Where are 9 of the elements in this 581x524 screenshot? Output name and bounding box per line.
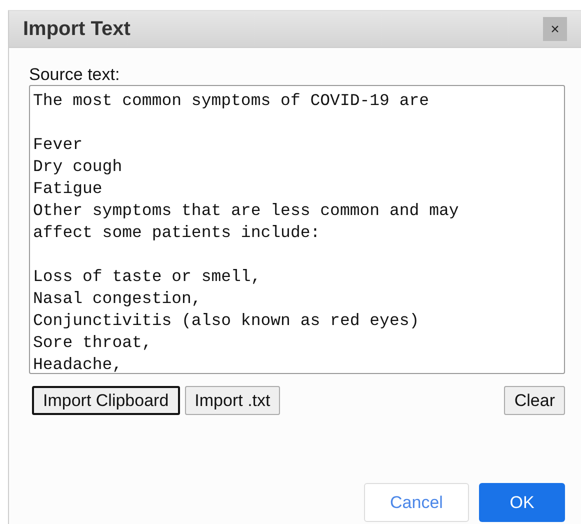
source-text-field[interactable]: The most common symptoms of COVID-19 are Fever Dry cough Fatigue Other symptoms that are less common and may affect some patients include: Loss of taste or smell, Nasal congestion, Conjunctivitis (also known as red eyes) Sore throat, Headache, [29, 85, 565, 374]
field-label: Source text: [29, 65, 121, 85]
close-button[interactable]: × [543, 17, 567, 41]
dialog-title: Import Text [23, 18, 132, 40]
cancel-button[interactable]: Cancel [364, 483, 469, 522]
import-button[interactable]: Import .txt [184, 386, 280, 415]
import-button[interactable]: Clear [504, 386, 565, 415]
import-button[interactable]: Import Clipboard [32, 386, 180, 415]
ok-button[interactable]: OK [479, 483, 565, 522]
